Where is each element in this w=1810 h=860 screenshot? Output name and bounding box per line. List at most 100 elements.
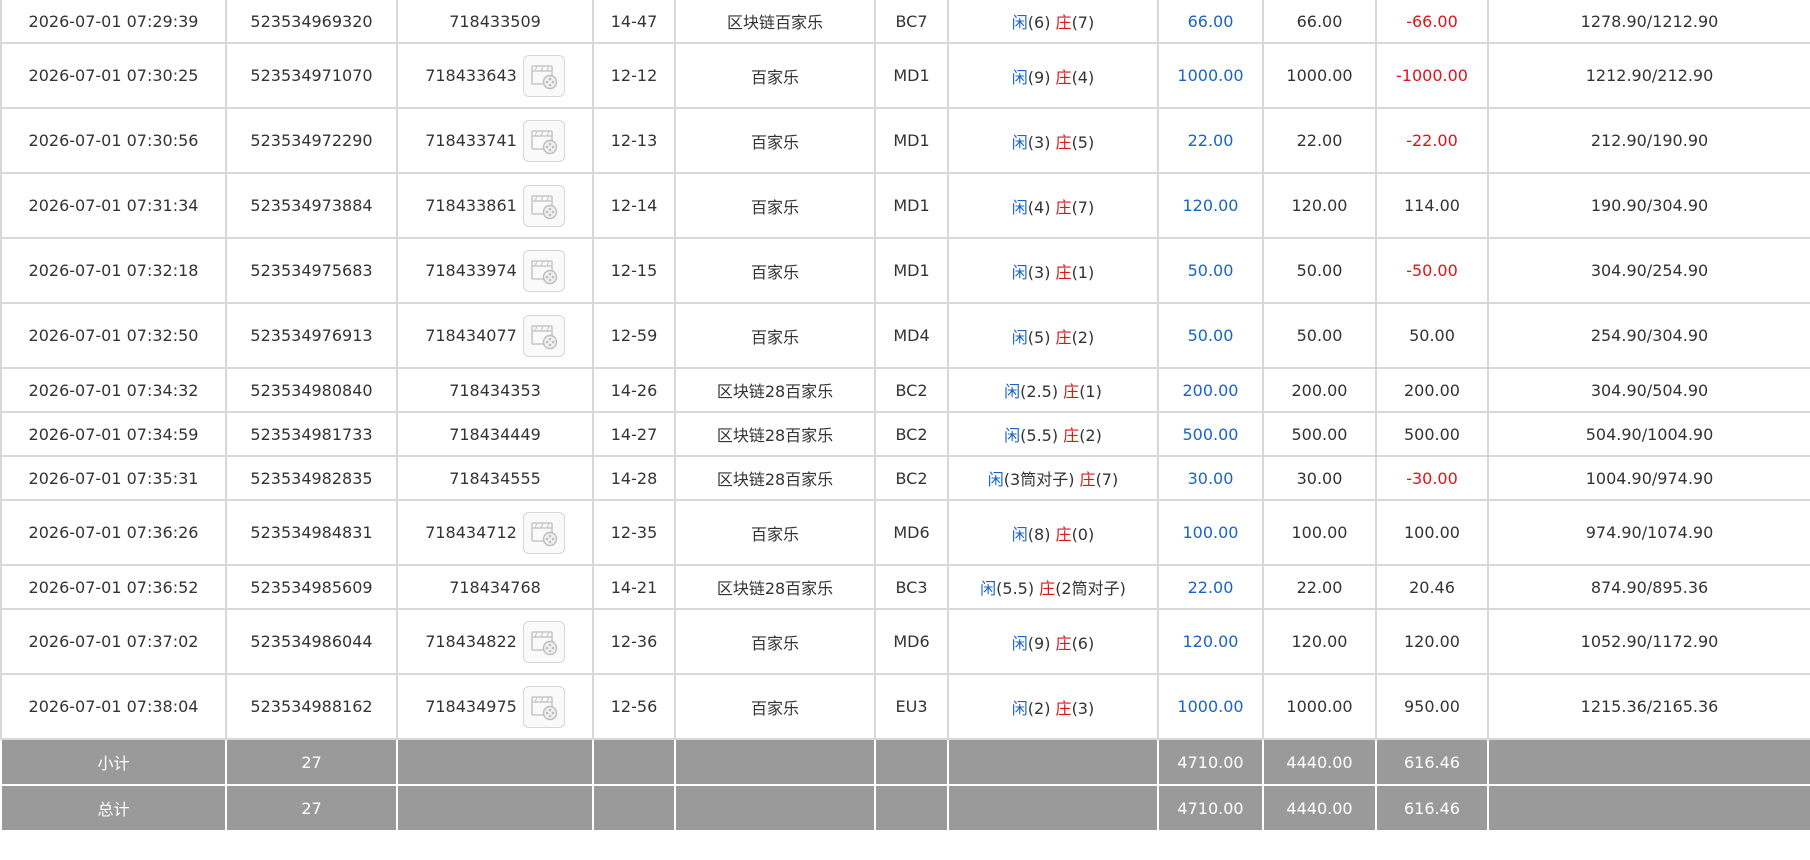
total-bet-amount: 4710.00 bbox=[1177, 798, 1244, 818]
win-loss-cell: 120.00 bbox=[1375, 608, 1489, 675]
balance-cell: 304.90/504.90 bbox=[1487, 367, 1810, 413]
shoe-seq: 14-26 bbox=[610, 380, 658, 400]
bet-time: 2026-07-01 07:30:56 bbox=[28, 131, 199, 150]
empty-cell bbox=[874, 784, 949, 832]
bet-time: 2026-07-01 07:37:02 bbox=[28, 632, 199, 651]
bet-amount: 200.00 bbox=[1182, 380, 1239, 400]
empty-cell bbox=[1487, 738, 1810, 786]
round-id-cell: 718434555 bbox=[396, 455, 594, 501]
player-value: (3) bbox=[1027, 262, 1051, 282]
subtotal-valid-bet-cell: 4440.00 bbox=[1262, 738, 1377, 786]
empty-cell bbox=[874, 738, 949, 786]
bet-time-cell: 2026-07-01 07:29:39 bbox=[0, 0, 227, 44]
bet-id-cell: 523534976913 bbox=[225, 302, 398, 369]
win-loss: 950.00 bbox=[1404, 697, 1460, 716]
player-value: (5.5) bbox=[996, 579, 1035, 598]
round-id-with-video: 718433974 bbox=[425, 249, 565, 292]
bet-id: 523534969320 bbox=[250, 11, 373, 31]
table-code-cell: MD1 bbox=[874, 42, 949, 109]
balance-cell: 212.90/190.90 bbox=[1487, 107, 1810, 174]
video-replay-icon bbox=[531, 324, 558, 349]
game-name: 百家乐 bbox=[750, 524, 799, 544]
banker-value: (2筒对子) bbox=[1055, 579, 1126, 598]
round-id-with-video: 718433861 bbox=[425, 184, 565, 227]
bet-time: 2026-07-01 07:34:32 bbox=[28, 380, 199, 400]
balance-change: 1004.90/974.90 bbox=[1585, 468, 1714, 488]
table-row: 2026-07-01 07:38:04 523534988162 718434975… bbox=[0, 673, 1810, 740]
player-label: 闲 bbox=[1011, 197, 1028, 217]
shoe-seq-cell: 14-47 bbox=[592, 0, 676, 44]
empty-cell bbox=[592, 738, 676, 786]
bet-id-cell: 523534975683 bbox=[225, 237, 398, 304]
video-replay-button[interactable] bbox=[522, 249, 565, 292]
player-label: 闲 bbox=[987, 470, 1004, 489]
balance-change: 1215.36/2165.36 bbox=[1580, 697, 1719, 716]
valid-bet-cell: 50.00 bbox=[1262, 302, 1377, 369]
bet-id: 523534975683 bbox=[250, 261, 373, 280]
game-name-cell: 区块链28百家乐 bbox=[674, 367, 876, 413]
round-id-cell: 718434975 bbox=[396, 673, 594, 740]
valid-bet: 22.00 bbox=[1296, 131, 1343, 150]
balance-change: 874.90/895.36 bbox=[1590, 577, 1709, 597]
game-name: 区块链28百家乐 bbox=[716, 426, 834, 445]
shoe-seq: 14-28 bbox=[610, 468, 658, 488]
subtotal-win-loss: 616.46 bbox=[1404, 752, 1460, 772]
valid-bet-cell: 66.00 bbox=[1262, 0, 1377, 44]
table-code-cell: BC2 bbox=[874, 455, 949, 501]
video-replay-button[interactable] bbox=[522, 119, 565, 162]
round-id-with-video: 718434712 bbox=[425, 511, 565, 554]
game-name-cell: 区块链28百家乐 bbox=[674, 455, 876, 501]
table-code-cell: BC2 bbox=[874, 411, 949, 457]
round-id: 718433509 bbox=[449, 11, 541, 31]
balance-cell: 1004.90/974.90 bbox=[1487, 455, 1810, 501]
game-name-cell: 百家乐 bbox=[674, 172, 876, 239]
video-replay-button[interactable] bbox=[522, 314, 565, 357]
balance-cell: 504.90/1004.90 bbox=[1487, 411, 1810, 457]
table-code: MD1 bbox=[893, 66, 930, 85]
valid-bet-cell: 22.00 bbox=[1262, 564, 1377, 610]
shoe-seq-cell: 12-59 bbox=[592, 302, 676, 369]
bet-amount-cell: 66.00 bbox=[1157, 0, 1264, 44]
player-value: (3筒对子) bbox=[1003, 470, 1075, 489]
total-label: 总计 bbox=[97, 800, 130, 819]
table-code-cell: EU3 bbox=[874, 673, 949, 740]
video-replay-button[interactable] bbox=[522, 184, 565, 227]
banker-label: 庄 bbox=[1079, 470, 1096, 489]
subtotal-row: 小计 27 4710.00 4440.00 616.46 bbox=[0, 738, 1810, 786]
win-loss: -50.00 bbox=[1406, 261, 1458, 280]
round-id: 718434449 bbox=[449, 424, 541, 444]
balance-cell: 190.90/304.90 bbox=[1487, 172, 1810, 239]
table-code: BC3 bbox=[895, 577, 928, 597]
table-code: MD1 bbox=[893, 261, 930, 280]
table-code: BC2 bbox=[895, 380, 928, 400]
valid-bet: 200.00 bbox=[1291, 380, 1348, 400]
win-loss-cell: 20.46 bbox=[1375, 564, 1489, 610]
video-replay-icon bbox=[531, 521, 558, 546]
player-label: 闲 bbox=[1011, 262, 1028, 282]
bet-id-cell: 523534985609 bbox=[225, 564, 398, 610]
video-replay-button[interactable] bbox=[522, 511, 565, 554]
shoe-seq-cell: 12-12 bbox=[592, 42, 676, 109]
video-replay-button[interactable] bbox=[522, 685, 565, 728]
shoe-seq-cell: 12-14 bbox=[592, 172, 676, 239]
balance-change: 1278.90/1212.90 bbox=[1580, 11, 1719, 31]
game-name-cell: 区块链百家乐 bbox=[674, 0, 876, 44]
shoe-seq: 12-13 bbox=[610, 131, 658, 150]
valid-bet: 50.00 bbox=[1296, 261, 1343, 280]
bet-time-cell: 2026-07-01 07:30:25 bbox=[0, 42, 227, 109]
player-value: (6) bbox=[1027, 13, 1051, 32]
video-replay-button[interactable] bbox=[522, 620, 565, 663]
result-cell: 闲(8) 庄(0) bbox=[947, 499, 1159, 566]
bet-amount: 120.00 bbox=[1182, 632, 1239, 651]
valid-bet-cell: 100.00 bbox=[1262, 499, 1377, 566]
banker-label: 庄 bbox=[1055, 524, 1072, 544]
banker-label: 庄 bbox=[1063, 382, 1080, 401]
video-replay-button[interactable] bbox=[522, 54, 565, 97]
round-id-cell: 718434449 bbox=[396, 411, 594, 457]
player-value: (8) bbox=[1027, 524, 1051, 544]
player-value: (5.5) bbox=[1020, 426, 1059, 445]
win-loss-cell: -22.00 bbox=[1375, 107, 1489, 174]
player-label: 闲 bbox=[1004, 426, 1021, 445]
game-name: 区块链28百家乐 bbox=[716, 579, 834, 598]
bet-time: 2026-07-01 07:36:26 bbox=[28, 523, 199, 542]
